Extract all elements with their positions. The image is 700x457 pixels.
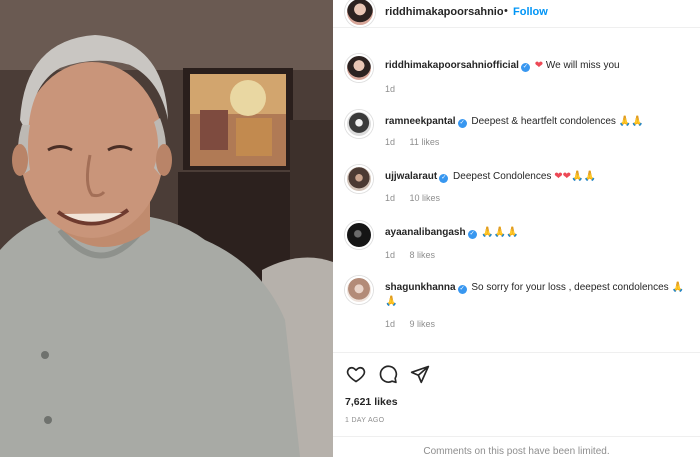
post-header: riddhimakapoorsahnioffic • Follow [333,0,700,28]
comment-username[interactable]: ujjwalaraut [385,171,437,182]
comment-likes[interactable]: 11 likes [410,137,440,147]
caption-time[interactable]: 1d [385,84,395,94]
author-avatar[interactable] [345,0,375,27]
post-photo[interactable] [0,0,333,457]
likes-count[interactable]: 7,621 likes [345,396,398,408]
post-photo-image [0,0,333,457]
header-separator: • [504,5,508,17]
commenter-avatar[interactable] [345,221,373,249]
verified-badge-icon: ✓ [439,174,449,183]
comment-username[interactable]: ayaanalibangash [385,227,466,238]
comment-text: Deepest & heartfelt condolences 🙏🙏 [471,116,644,127]
comment-time[interactable]: 1d [385,137,395,147]
speech-bubble-icon[interactable] [377,363,399,385]
comment-likes[interactable]: 10 likes [410,193,441,203]
author-username[interactable]: riddhimakapoorsahnioffic [385,6,503,18]
caption-text: ❤ We will miss you [534,60,620,71]
comment-text: Deepest Condolences ❤❤🙏🙏 [453,171,596,182]
heart-outline-icon[interactable] [345,363,367,385]
caption-meta: 1d [385,84,407,94]
comment-line: ujjwalaraut ✓ Deepest Condolences ❤❤🙏🙏 [385,170,690,184]
verified-badge-icon: ✓ [457,119,467,128]
comments-divider [333,352,700,353]
caption-line: riddhimakapoorsahniofficial ✓ ❤ We will m… [385,59,690,73]
post-panel: riddhimakapoorsahnioffic • Follow riddhi… [333,0,700,457]
comments-limited-notice: Comments on this post have been limited. [333,436,700,457]
verified-badge-icon: ✓ [520,63,530,72]
verified-badge-icon: ✓ [457,285,467,294]
comment-time[interactable]: 1d [385,250,395,260]
caption-avatar[interactable] [345,54,373,82]
comment-text: 🙏🙏🙏 [481,227,519,238]
comment-time[interactable]: 1d [385,193,395,203]
post-date[interactable]: 1 DAY AGO [345,417,384,424]
comment-likes[interactable]: 8 likes [410,250,436,260]
comment-line: ramneekpantal ✓ Deepest & heartfelt condo… [385,115,690,129]
commenter-avatar[interactable] [345,110,373,138]
verified-badge-icon: ✓ [467,230,477,239]
comment-likes[interactable]: 9 likes [410,319,436,329]
action-bar [345,362,431,386]
comment-username[interactable]: ramneekpantal [385,116,456,127]
comment-line: shagunkhanna ✓ So sorry for your loss , d… [385,281,690,309]
comment-line: ayaanalibangash ✓ 🙏🙏🙏 [385,226,690,240]
commenter-avatar[interactable] [345,165,373,193]
comment-username[interactable]: shagunkhanna [385,282,456,293]
caption-username[interactable]: riddhimakapoorsahniofficial [385,60,519,71]
comment-meta: 1d 8 likes [385,250,447,260]
comment-meta: 1d 9 likes [385,319,447,329]
comment-meta: 1d 10 likes [385,193,452,203]
comment-meta: 1d 11 likes [385,137,451,147]
comments-list[interactable]: riddhimakapoorsahniofficial ✓ ❤ We will m… [333,40,700,352]
commenter-avatar[interactable] [345,276,373,304]
follow-button[interactable]: Follow [513,6,548,18]
paper-plane-icon[interactable] [409,363,431,385]
comment-time[interactable]: 1d [385,319,395,329]
